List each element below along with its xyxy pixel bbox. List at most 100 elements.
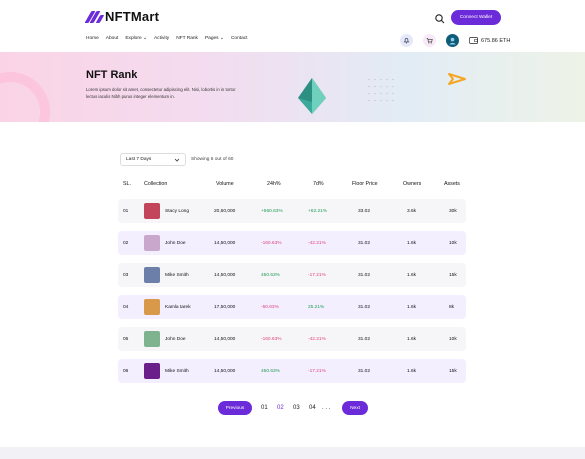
col-7d: 7d%: [313, 181, 324, 187]
table-row[interactable]: 05 John Doe 14,50,000 -160.63% -42.21% 31.02 1…: [118, 327, 466, 351]
cell-owners: 1.6k: [407, 305, 417, 310]
cell-assets: 30k: [449, 209, 457, 214]
triangle-shape-icon: [448, 73, 466, 85]
cell-assets: 10k: [449, 337, 457, 342]
cell-7d: -42.21%: [308, 241, 326, 246]
cell-volume: 14,50,000: [214, 273, 236, 278]
pagination-ellipsis: . . .: [322, 405, 331, 411]
nav-item-home[interactable]: Home: [86, 36, 99, 41]
decorative-ring: [0, 72, 50, 122]
cell-volume: 14,50,000: [214, 241, 236, 246]
period-select-value: Last 7 Days: [126, 157, 152, 162]
cell-volume: 20,50,000: [214, 209, 236, 214]
page-subtitle: Lorem ipsum dolor sit amet, consectetur …: [86, 87, 236, 99]
table-header: SL. Collection Volume 24h% 7d% Floor Pri…: [118, 181, 466, 195]
cell-collection-name: John Doe: [165, 337, 186, 342]
cell-owners: 1.6k: [407, 369, 417, 374]
table-row[interactable]: 04 Kamla tarek 17,50,000 -50.63% 25.21% 31.02…: [118, 295, 466, 319]
cell-sl: 01: [123, 209, 129, 214]
page-01[interactable]: 01: [261, 405, 268, 411]
table-row[interactable]: 03 Mike Smith 14,50,000 450.63% -17.21% 31.02…: [118, 263, 466, 287]
cell-floor-price: 31.02: [358, 241, 371, 246]
cell-volume: 14,50,000: [214, 369, 236, 374]
cell-collection-name: Stacy Long: [165, 209, 190, 214]
page-03[interactable]: 03: [293, 405, 300, 411]
footer: [0, 447, 585, 459]
cell-owners: 1.6k: [407, 241, 417, 246]
cell-sl: 06: [123, 369, 129, 374]
balance-value: 675.86 ETH: [481, 37, 511, 44]
cell-sl: 05: [123, 337, 129, 342]
nav-item-nft-rank[interactable]: NFT Rank: [176, 36, 198, 41]
nav-item-contact[interactable]: Contact: [231, 36, 248, 41]
table-row[interactable]: 01 Stacy Long 20,50,000 +560.63% +62.21% 33.0…: [118, 199, 466, 223]
table-row[interactable]: 06 Mike Smith 14,50,000 450.63% -17.21% 31.02…: [118, 359, 466, 383]
nav-item-explore-label: Explore: [125, 36, 142, 41]
avatar-icon: [449, 37, 456, 45]
col-floor-price: Floor Price: [352, 181, 378, 187]
nav-item-explore[interactable]: Explore ⌄: [125, 36, 147, 41]
nav-item-pages[interactable]: Pages ⌄: [205, 36, 224, 41]
cell-assets: 10k: [449, 241, 457, 246]
cell-24h: 450.63%: [261, 273, 280, 278]
cell-24h: -50.63%: [261, 305, 279, 310]
next-button[interactable]: Next: [342, 401, 368, 415]
cell-collection-name: Kamla tarek: [165, 305, 191, 310]
cell-24h: -160.63%: [261, 241, 282, 246]
results-count: Showing 6 out of 60: [191, 157, 234, 162]
collection-thumbnail: [144, 299, 160, 315]
page-02[interactable]: 02: [277, 405, 284, 411]
cell-24h: -160.63%: [261, 337, 282, 342]
col-owners: Owners: [403, 181, 422, 187]
pagination: Previous 01 02 03 04 . . . Next: [218, 401, 368, 415]
cell-7d: -17.21%: [308, 273, 326, 278]
cell-owners: 1.6k: [407, 337, 417, 342]
col-24h: 24h%: [267, 181, 281, 187]
search-icon[interactable]: [434, 12, 446, 24]
period-select[interactable]: Last 7 Days: [120, 153, 186, 166]
previous-button[interactable]: Previous: [218, 401, 252, 415]
cell-sl: 02: [123, 241, 129, 246]
wallet-balance[interactable]: 675.86 ETH: [469, 37, 510, 44]
dots-pattern: [366, 76, 396, 104]
cell-volume: 17,50,000: [214, 305, 236, 310]
cell-volume: 14,50,000: [214, 337, 236, 342]
nav-item-about[interactable]: About: [106, 36, 119, 41]
collection-thumbnail: [144, 267, 160, 283]
avatar[interactable]: [446, 34, 459, 47]
cell-sl: 03: [123, 273, 129, 278]
notification-button[interactable]: [400, 34, 413, 47]
cell-assets: 8k: [449, 305, 455, 310]
top-bar: NFTMart Connect Wallet: [0, 0, 585, 34]
col-assets: Assets: [444, 181, 460, 187]
ethereum-crystal-icon: [298, 78, 326, 114]
logo-mark-icon: [84, 10, 105, 23]
bell-icon: [403, 38, 410, 44]
cell-24h: 450.63%: [261, 369, 280, 374]
page-title: NFT Rank: [86, 69, 138, 81]
col-sl: SL.: [123, 181, 131, 187]
hero-banner: NFT Rank Lorem ipsum dolor sit amet, con…: [0, 52, 585, 122]
logo[interactable]: NFTMart: [84, 9, 160, 24]
nav-bar: Home About Explore ⌄ Activity NFT Rank P…: [0, 30, 585, 52]
wallet-icon: [469, 37, 478, 44]
col-collection: Collection: [144, 181, 168, 187]
cell-7d: -42.21%: [308, 337, 326, 342]
connect-wallet-button[interactable]: Connect Wallet: [451, 10, 501, 25]
nav-item-activity[interactable]: Activity: [154, 36, 169, 41]
table-row[interactable]: 02 John Doe 14,50,000 -160.63% -42.21% 31.02 1…: [118, 231, 466, 255]
cell-collection-name: Mike Smith: [165, 369, 189, 374]
logo-text: NFTMart: [105, 9, 160, 24]
cell-collection-name: John Doe: [165, 241, 186, 246]
nav-item-pages-label: Pages: [204, 36, 219, 41]
cell-7d: -17.21%: [308, 369, 326, 374]
cell-7d: 25.21%: [308, 305, 325, 310]
cart-icon: [426, 38, 433, 44]
chevron-down-icon: [174, 157, 180, 165]
main-nav: Home About Explore ⌄ Activity NFT Rank P…: [86, 36, 248, 41]
nav-right: 675.86 ETH: [400, 34, 510, 47]
cell-sl: 04: [123, 305, 129, 310]
cart-button[interactable]: [423, 34, 436, 47]
chevron-down-icon: ⌄: [142, 36, 147, 41]
page-04[interactable]: 04: [309, 405, 316, 411]
